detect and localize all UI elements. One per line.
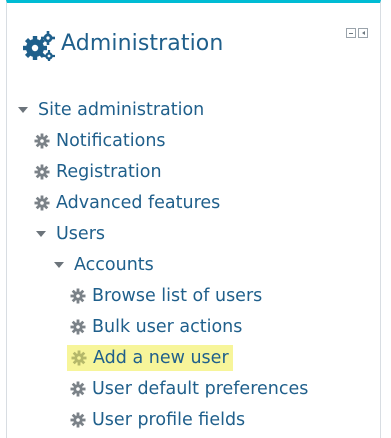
- gear-icon: [34, 164, 50, 180]
- administration-block: Administration: [6, 0, 381, 438]
- gear-icon: [34, 195, 50, 211]
- gear-icon: [70, 319, 86, 335]
- gear-icon: [34, 133, 50, 149]
- expanded-arrow-icon: [54, 262, 64, 268]
- tree-node-users[interactable]: Users: [36, 222, 105, 246]
- dock-block-icon[interactable]: [358, 28, 368, 38]
- gear-icon: [71, 350, 87, 366]
- gear-icon: [70, 288, 86, 304]
- block-controls: [346, 28, 368, 38]
- block-title: Administration: [61, 31, 224, 56]
- cogs-icon: [23, 31, 55, 61]
- hide-block-icon[interactable]: [346, 28, 356, 38]
- tree-item-notifications[interactable]: Notifications: [34, 129, 166, 153]
- tree-node-site-administration[interactable]: Site administration: [18, 98, 204, 122]
- tree-item-add-new-user[interactable]: Add a new user: [67, 345, 233, 371]
- expanded-arrow-icon: [18, 107, 28, 113]
- tree-item-user-profile-fields[interactable]: User profile fields: [70, 408, 245, 432]
- tree-item-bulk-user-actions[interactable]: Bulk user actions: [70, 315, 242, 339]
- tree-item-advanced-features[interactable]: Advanced features: [34, 191, 220, 215]
- tree-node-accounts[interactable]: Accounts: [54, 253, 154, 277]
- gear-icon: [70, 381, 86, 397]
- tree-item-browse-users[interactable]: Browse list of users: [70, 284, 262, 308]
- expanded-arrow-icon: [36, 231, 46, 237]
- gear-icon: [70, 412, 86, 428]
- tree-item-registration[interactable]: Registration: [34, 160, 162, 184]
- tree-item-user-default-preferences[interactable]: User default preferences: [70, 377, 308, 401]
